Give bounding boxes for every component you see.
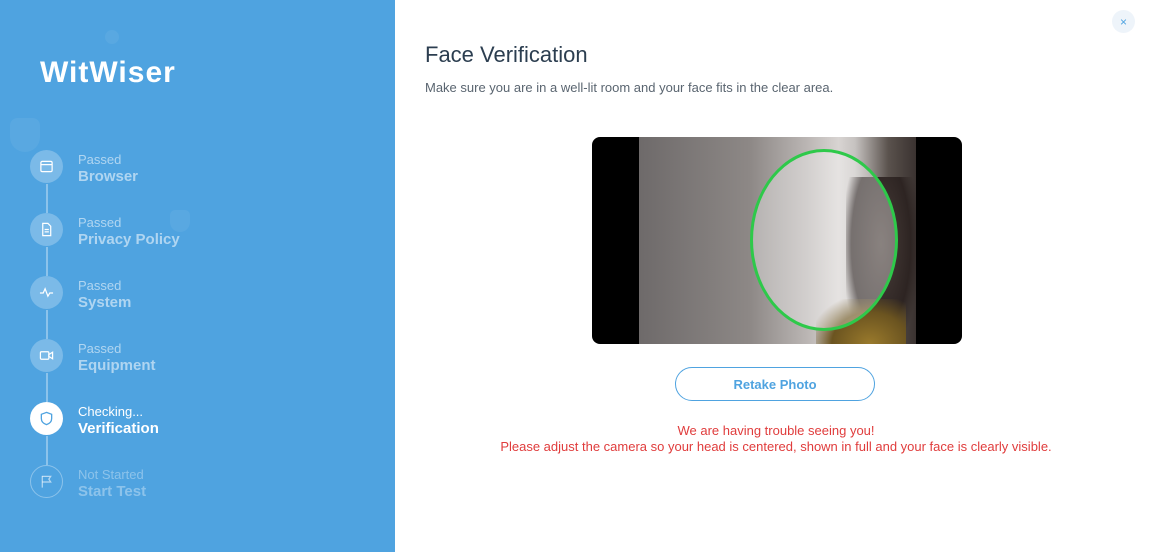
- step-name: Verification: [78, 420, 159, 437]
- step-connector: [46, 247, 48, 276]
- activity-icon: [30, 276, 63, 309]
- error-message: We are having trouble seeing you! Please…: [425, 423, 1127, 455]
- witwiser-logo: WitWiser: [40, 56, 176, 89]
- step-privacy-policy: Passed Privacy Policy: [30, 213, 180, 276]
- face-guide-oval: [750, 149, 898, 331]
- step-name: Privacy Policy: [78, 231, 180, 248]
- browser-icon: [30, 150, 63, 183]
- step-name: Equipment: [78, 357, 156, 374]
- error-line-1: We are having trouble seeing you!: [677, 423, 875, 438]
- retake-photo-button[interactable]: Retake Photo: [675, 367, 875, 401]
- sidebar: WitWiser Passed Browser Passed Privacy P…: [0, 0, 395, 552]
- close-button[interactable]: ×: [1112, 10, 1135, 33]
- step-connector: [46, 310, 48, 339]
- video-camera-icon: [30, 339, 63, 372]
- decorative-shield-shape: [10, 118, 40, 152]
- step-system: Passed System: [30, 276, 180, 339]
- decorative-dot: [105, 30, 119, 44]
- step-name: Browser: [78, 168, 139, 185]
- step-verification: Checking... Verification: [30, 402, 180, 465]
- close-icon: ×: [1119, 14, 1127, 29]
- step-equipment: Passed Equipment: [30, 339, 180, 402]
- step-status: Passed: [78, 341, 122, 356]
- error-line-2: Please adjust the camera so your head is…: [500, 439, 1052, 454]
- svg-text:WitWiser: WitWiser: [40, 56, 176, 89]
- step-start-test: Not Started Start Test: [30, 465, 180, 528]
- shield-icon: [30, 402, 63, 435]
- step-status: Passed: [78, 215, 122, 230]
- step-browser: Passed Browser: [30, 150, 180, 213]
- camera-preview: [592, 137, 962, 344]
- step-connector: [46, 184, 48, 213]
- step-status: Not Started: [78, 467, 144, 482]
- step-connector: [46, 436, 48, 465]
- step-connector: [46, 373, 48, 402]
- page-subtitle: Make sure you are in a well-lit room and…: [425, 80, 834, 95]
- step-name: System: [78, 294, 132, 311]
- document-icon: [30, 213, 63, 246]
- step-status: Passed: [78, 152, 122, 167]
- page-title: Face Verification: [425, 42, 588, 67]
- step-status: Checking...: [78, 404, 144, 419]
- progress-steps: Passed Browser Passed Privacy Policy Pas…: [30, 150, 180, 528]
- flag-icon: [30, 465, 63, 498]
- step-status: Passed: [78, 278, 122, 293]
- camera-feed-image: [639, 137, 916, 344]
- step-name: Start Test: [78, 483, 147, 500]
